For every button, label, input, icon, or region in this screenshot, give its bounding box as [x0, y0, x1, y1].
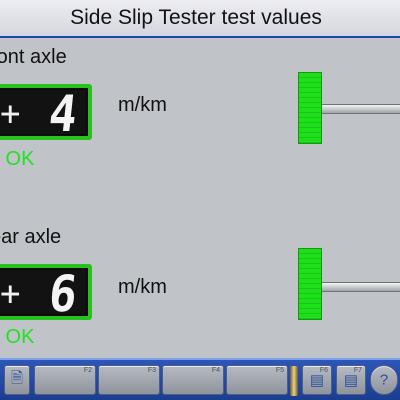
f5-button[interactable]: F5: [226, 365, 288, 395]
f3-button[interactable]: F3: [98, 365, 160, 395]
rear-axle-display: + 6: [0, 264, 92, 323]
rear-sign: +: [0, 274, 21, 314]
rear-status: k OK: [0, 326, 35, 348]
f7-button[interactable]: F7 ▤: [336, 365, 366, 395]
window-title: Side Slip Tester test values: [70, 6, 322, 29]
f3-label: F3: [147, 367, 156, 374]
page-icon: ▤: [309, 372, 325, 389]
front-axle-label: ront axle: [0, 46, 67, 68]
f6-button[interactable]: F6 ▤: [302, 365, 332, 395]
app-window: Side Slip Tester test values ront axle +…: [0, 0, 400, 400]
help-button[interactable]: ?: [370, 365, 398, 395]
separator: [290, 366, 298, 396]
f4-button[interactable]: F4: [162, 365, 224, 395]
f5-label: F5: [275, 367, 284, 374]
document-button[interactable]: 🗎: [4, 365, 30, 395]
function-key-bar: 🗎 F2 F3 F4 F5 F6 ▤ F7 ▤ ?: [0, 358, 400, 400]
f2-button[interactable]: F2: [34, 365, 96, 395]
front-unit: m/km: [118, 94, 167, 116]
document-arrow-icon: 🗎: [10, 369, 24, 387]
front-gauge-marker: [298, 72, 322, 144]
front-axle-display: + 4: [0, 84, 92, 143]
f4-label: F4: [211, 367, 220, 374]
front-value: 4: [46, 85, 80, 143]
front-sign: +: [0, 94, 21, 134]
window-title-bar: Side Slip Tester test values: [0, 0, 400, 38]
f2-label: F2: [83, 367, 92, 374]
rear-axle-label: ear axle: [0, 226, 62, 248]
test-values-panel: ront axle + 4 m/km k OK ear axle + 6 m/k…: [0, 38, 400, 358]
rear-gauge-marker: [298, 248, 322, 320]
help-icon: ?: [379, 371, 389, 389]
rear-value: 6: [46, 265, 80, 323]
page-icon: ▤: [343, 372, 359, 389]
rear-unit: m/km: [118, 276, 167, 298]
front-status: k OK: [0, 148, 35, 170]
